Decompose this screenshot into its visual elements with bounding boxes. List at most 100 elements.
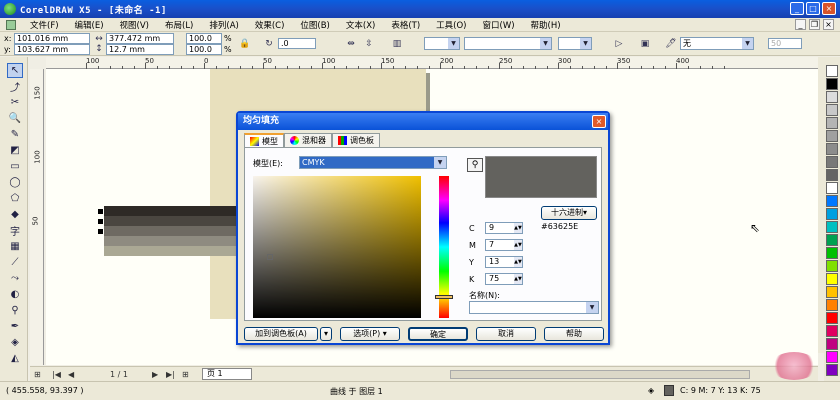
menu-text[interactable]: 文本(X) (338, 19, 383, 31)
horizontal-scrollbar[interactable] (450, 370, 750, 379)
palette-swatch[interactable] (826, 143, 838, 155)
palette-swatch[interactable] (826, 286, 838, 298)
ok-button[interactable]: 确定 (408, 327, 468, 341)
palette-swatch[interactable] (826, 221, 838, 233)
height-field[interactable]: 12.7 mm (106, 44, 174, 55)
hex-button[interactable]: 十六进制▾ (541, 206, 597, 220)
palette-swatch[interactable] (826, 273, 838, 285)
scale-y-field[interactable]: 100.0 (186, 44, 222, 55)
black-field[interactable]: 75 ▲▼ (485, 273, 523, 285)
menu-file[interactable]: 文件(F) (22, 19, 67, 31)
palette-swatch[interactable] (826, 78, 838, 90)
palette-swatch[interactable] (826, 130, 838, 142)
menu-view[interactable]: 视图(V) (112, 19, 157, 31)
style-combo-3[interactable]: ▼ (558, 37, 592, 50)
play-icon[interactable]: ▷ (612, 37, 626, 51)
yellow-field[interactable]: 13 ▲▼ (485, 256, 523, 268)
pick-tool-icon[interactable]: ↖ (7, 63, 23, 78)
palette-swatch[interactable] (826, 156, 838, 168)
document-navigator-icon[interactable]: ⊞ (34, 370, 41, 379)
menu-bitmaps[interactable]: 位图(B) (292, 19, 337, 31)
size-field[interactable]: 50 (768, 38, 802, 49)
rectangle-tool-icon[interactable]: ▭ (7, 159, 23, 174)
doc-minimize-button[interactable]: _ (795, 19, 806, 30)
x-position-field[interactable]: 101.016 mm (14, 33, 90, 44)
ellipse-tool-icon[interactable]: ◯ (7, 175, 23, 190)
cyan-field[interactable]: 9 ▲▼ (485, 222, 523, 234)
last-page-button[interactable]: ▶| (166, 370, 175, 379)
options-button[interactable]: 选项(P) ▾ (340, 327, 400, 341)
magenta-field[interactable]: 7 ▲▼ (485, 239, 523, 251)
style-combo-1[interactable]: ▼ (424, 37, 460, 50)
horizontal-ruler[interactable]: 100 50 0 50 100 150 200 250 300 350 400 (46, 57, 818, 69)
palette-swatch[interactable] (826, 182, 838, 194)
smart-fill-icon[interactable]: ◩ (7, 143, 23, 158)
palette-swatch[interactable] (826, 247, 838, 259)
selection-handle[interactable] (98, 229, 103, 234)
menu-edit[interactable]: 编辑(E) (67, 19, 112, 31)
add-to-palette-menu-button[interactable]: ▾ (320, 327, 332, 341)
tab-models[interactable]: 模型 (244, 133, 284, 148)
doc-close-button[interactable]: × (823, 19, 834, 30)
name-select[interactable]: ▼ (469, 301, 599, 314)
basic-shapes-icon[interactable]: ◆ (7, 207, 23, 222)
outline-tool-icon[interactable]: ✒ (7, 319, 23, 334)
width-field[interactable]: 377.472 mm (106, 33, 174, 44)
vertical-ruler[interactable]: 150 100 50 (30, 69, 44, 365)
first-page-button[interactable]: |◀ (52, 370, 61, 379)
stripe-rect[interactable] (104, 246, 238, 256)
freehand-tool-icon[interactable]: ✎ (7, 127, 23, 142)
palette-swatch[interactable] (826, 104, 838, 116)
mirror-vertical-icon[interactable]: ⇳ (362, 37, 376, 51)
palette-swatch[interactable] (826, 325, 838, 337)
minimize-button[interactable]: _ (790, 2, 804, 15)
fill-tool-icon[interactable]: ◈ (7, 335, 23, 350)
cancel-button[interactable]: 取消 (476, 327, 536, 341)
tab-mixers[interactable]: 混和器 (284, 133, 332, 147)
palette-swatch[interactable] (826, 351, 838, 363)
help-button[interactable]: 帮助 (544, 327, 604, 341)
crop-tool-icon[interactable]: ✂ (7, 95, 23, 110)
selection-handle[interactable] (98, 219, 103, 224)
palette-swatch[interactable] (826, 195, 838, 207)
previous-page-button[interactable]: ◀ (68, 370, 74, 379)
add-page-button[interactable]: ⊞ (182, 370, 189, 379)
palette-swatch[interactable] (826, 169, 838, 181)
menu-arrange[interactable]: 排列(A) (201, 19, 246, 31)
palette-swatch[interactable] (826, 338, 838, 350)
table-tool-icon[interactable]: ▦ (7, 239, 23, 254)
angle-field[interactable]: .0 (278, 38, 316, 49)
next-page-button[interactable]: ▶ (152, 370, 158, 379)
tab-palettes[interactable]: 调色板 (332, 133, 380, 147)
eyedropper-button[interactable]: ⚲ (467, 158, 483, 172)
page-tab[interactable]: 页 1 (202, 368, 252, 380)
mirror-horizontal-icon[interactable]: ⇹ (344, 37, 358, 51)
palette-swatch[interactable] (826, 299, 838, 311)
palette-swatch[interactable] (826, 91, 838, 103)
shape-tool-icon[interactable]: ⤴ (7, 79, 23, 94)
blend-tool-icon[interactable]: ◐ (7, 287, 23, 302)
stripe-rect[interactable] (104, 226, 238, 236)
menu-tools[interactable]: 工具(O) (428, 19, 474, 31)
color-field-marker[interactable] (267, 254, 273, 260)
color-field[interactable] (253, 176, 421, 318)
stripe-rect[interactable] (104, 216, 238, 226)
stripe-rect[interactable] (104, 206, 238, 216)
eyedropper-tool-icon[interactable]: ⚲ (7, 303, 23, 318)
style-combo-2[interactable]: ▼ (464, 37, 552, 50)
doc-restore-button[interactable]: ❐ (809, 19, 820, 30)
combine-icon[interactable]: ▥ (390, 37, 404, 51)
polygon-tool-icon[interactable]: ⬠ (7, 191, 23, 206)
menu-layout[interactable]: 布局(L) (157, 19, 201, 31)
hue-slider-handle[interactable] (435, 295, 453, 299)
dialog-close-button[interactable]: × (592, 115, 606, 128)
palette-swatch[interactable] (826, 364, 838, 376)
outline-width-combo[interactable]: 无 ▼ (680, 37, 754, 50)
menu-effects[interactable]: 效果(C) (247, 19, 293, 31)
menu-table[interactable]: 表格(T) (383, 19, 428, 31)
menu-help[interactable]: 帮助(H) (523, 19, 569, 31)
maximize-button[interactable]: □ (806, 2, 820, 15)
connector-tool-icon[interactable]: ⤳ (7, 271, 23, 286)
palette-swatch[interactable] (826, 65, 838, 77)
menu-window[interactable]: 窗口(W) (475, 19, 523, 31)
